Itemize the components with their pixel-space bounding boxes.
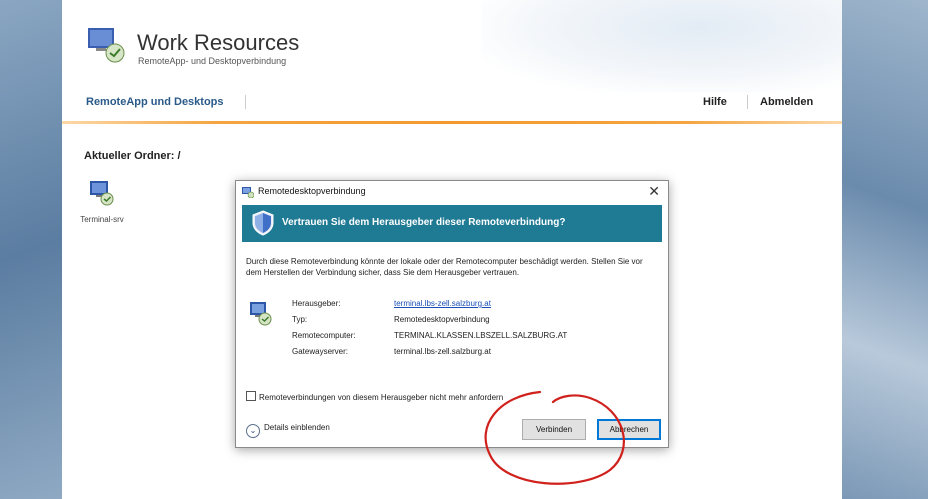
details-label: Details einblenden: [264, 423, 330, 432]
dialog-intro-text: Durch diese Remoteverbindung könnte der …: [246, 257, 643, 277]
show-details-toggle[interactable]: ⌄ Details einblenden: [246, 423, 330, 438]
detail-value: Remotedesktopverbindung: [394, 315, 490, 324]
top-nav: RemoteApp und Desktops Hilfe Abmelden: [62, 92, 842, 120]
rdp-app-icon: [242, 187, 254, 198]
banner-question: Vertrauen Sie dem Herausgeber dieser Rem…: [282, 217, 566, 228]
publisher-link[interactable]: terminal.lbs-zell.salzburg.at: [394, 299, 491, 308]
app-subtitle: RemoteApp- und Desktopverbindung: [138, 56, 287, 66]
detail-value: TERMINAL.KLASSEN.LBSZELL.SALZBURG.AT: [394, 331, 568, 340]
remote-desktop-icon: [90, 181, 114, 206]
work-resources-logo-icon: [88, 28, 125, 63]
connect-button[interactable]: Verbinden: [522, 419, 586, 440]
dont-ask-again-option[interactable]: Remoteverbindungen von diesem Herausgebe…: [246, 391, 503, 402]
nav-help-link[interactable]: Hilfe: [703, 96, 727, 108]
resource-tile-label: Terminal-srv: [80, 215, 124, 224]
dialog-title: Remotedesktopverbindung: [258, 186, 366, 196]
desktop-background-right: [842, 0, 928, 499]
detail-row-gateway: Gatewayserver: terminal.lbs-zell.salzbur…: [292, 347, 632, 363]
checkbox-label: Remoteverbindungen von diesem Herausgebe…: [259, 393, 504, 402]
shield-icon: [252, 210, 274, 236]
chevron-down-icon[interactable]: ⌄: [246, 424, 260, 438]
detail-value: terminal.lbs-zell.salzburg.at: [394, 347, 491, 356]
detail-row-type: Typ: Remotedesktopverbindung: [292, 315, 632, 331]
dont-ask-again-checkbox[interactable]: [246, 391, 256, 401]
detail-key: Remotecomputer:: [292, 331, 356, 340]
nav-divider: [747, 95, 748, 109]
remote-desktop-connection-dialog: Remotedesktopverbindung ✕ Vertrauen Sie …: [235, 180, 669, 448]
detail-key: Typ:: [292, 315, 308, 324]
resource-tile-terminal-srv[interactable]: Terminal-srv: [72, 178, 132, 224]
warning-banner: Vertrauen Sie dem Herausgeber dieser Rem…: [242, 205, 662, 242]
connection-details: Herausgeber: terminal.lbs-zell.salzburg.…: [292, 299, 632, 363]
detail-row-remote-computer: Remotecomputer: TERMINAL.KLASSEN.LBSZELL…: [292, 331, 632, 347]
detail-row-publisher: Herausgeber: terminal.lbs-zell.salzburg.…: [292, 299, 632, 315]
detail-key: Gatewayserver:: [292, 347, 349, 356]
desktop-background-left: [0, 0, 62, 499]
dialog-titlebar[interactable]: Remotedesktopverbindung ✕: [236, 181, 668, 203]
nav-logout-link[interactable]: Abmelden: [760, 96, 813, 108]
detail-key: Herausgeber:: [292, 299, 341, 308]
nav-divider: [245, 95, 246, 109]
remote-computer-icon: [250, 302, 272, 326]
nav-underline: [62, 121, 842, 124]
close-icon[interactable]: ✕: [648, 183, 660, 200]
cancel-button[interactable]: Abbrechen: [597, 419, 661, 440]
current-folder-label: Aktueller Ordner: /: [84, 150, 181, 162]
header-artwork: [482, 0, 842, 92]
nav-remoteapp-desktops[interactable]: RemoteApp und Desktops: [86, 96, 224, 108]
app-title: Work Resources: [137, 30, 300, 55]
